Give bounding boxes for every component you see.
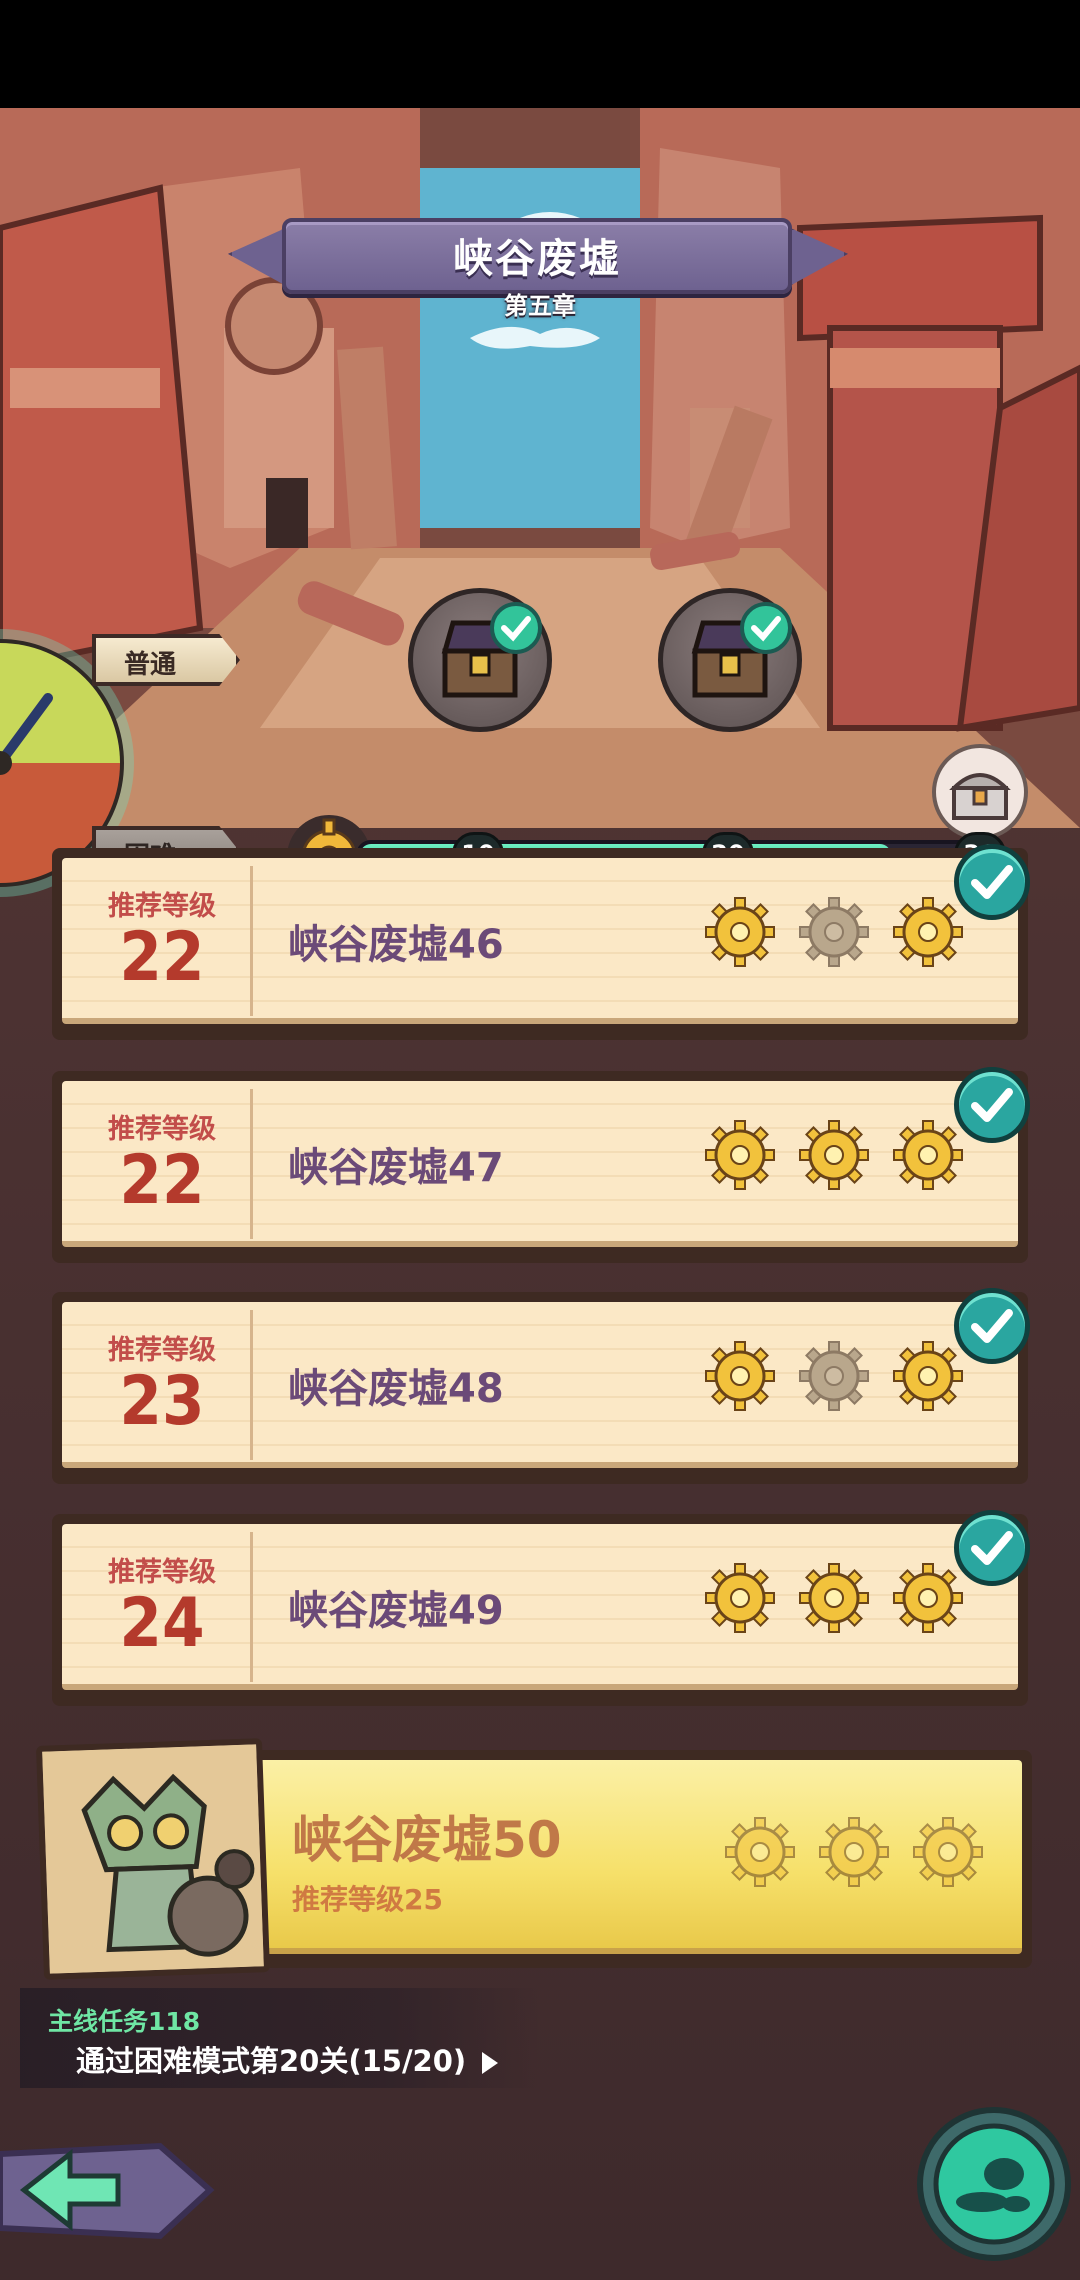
recommended-level-value: 22 — [119, 918, 205, 997]
checkmark-icon — [740, 602, 792, 654]
robot-boss-icon — [42, 1744, 264, 1974]
stage-name: 峡谷废墟46 — [288, 922, 504, 968]
current-level-name: 峡谷废墟50 — [292, 1811, 562, 1869]
gear-star-filled-icon — [705, 1563, 775, 1633]
star-gears — [705, 897, 963, 967]
play-arrow-icon — [482, 2052, 499, 2074]
shop-button[interactable] — [916, 2106, 1072, 2262]
chapter-title: 峡谷废墟 — [453, 236, 621, 282]
gear-star-filled-icon — [893, 1120, 963, 1190]
reward-chest-30[interactable] — [932, 744, 1028, 840]
treasure-chest-icon — [949, 773, 1011, 820]
gear-star-empty-icon — [913, 1817, 983, 1887]
stage-name: 峡谷废墟49 — [288, 1588, 504, 1634]
level-card[interactable]: 推荐等级 22 峡谷废墟46 — [52, 844, 1030, 1040]
mission-description: 通过困难模式第20关(15/20) — [76, 2038, 499, 2080]
recommended-level-value: 24 — [119, 1584, 205, 1663]
cleared-check-icon — [954, 1067, 1030, 1143]
level-card[interactable]: 推荐等级 23 峡谷废墟48 — [52, 1288, 1030, 1484]
tab-normal-label: 普通 — [124, 650, 177, 680]
star-gears — [725, 1817, 983, 1887]
gear-star-filled-icon — [705, 897, 775, 967]
gear-star-filled-icon — [893, 897, 963, 967]
gear-star-empty-icon — [799, 897, 869, 967]
star-gears — [705, 1563, 963, 1633]
gear-star-empty-icon — [725, 1817, 795, 1887]
cleared-check-icon — [954, 844, 1030, 920]
gear-star-filled-icon — [705, 1120, 775, 1190]
gear-star-empty-icon — [799, 1341, 869, 1411]
level-card[interactable]: 推荐等级 24 峡谷废墟49 — [52, 1510, 1030, 1706]
status-bar — [0, 0, 1080, 108]
current-level-card[interactable]: 峡谷废墟50 推荐等级25 — [35, 1738, 1032, 1980]
current-level-recommend: 推荐等级25 — [292, 1883, 443, 1916]
gear-star-filled-icon — [893, 1563, 963, 1633]
gear-star-filled-icon — [893, 1341, 963, 1411]
boss-portrait — [35, 1738, 271, 1980]
gear-star-filled-icon — [799, 1563, 869, 1633]
cleared-check-icon — [954, 1510, 1030, 1586]
mission-title: 主线任务118 — [48, 2007, 201, 2036]
chapter-subtitle: 第五章 — [504, 292, 576, 320]
gear-star-empty-icon — [819, 1817, 889, 1887]
card-divider — [250, 1532, 253, 1682]
card-divider — [250, 1310, 253, 1460]
gear-star-filled-icon — [799, 1120, 869, 1190]
card-divider — [250, 1089, 253, 1239]
gear-star-filled-icon — [705, 1341, 775, 1411]
checkmark-icon — [490, 602, 542, 654]
recommended-level-value: 23 — [119, 1362, 205, 1441]
cleared-check-icon — [954, 1288, 1030, 1364]
stage-name: 峡谷废墟48 — [288, 1366, 504, 1412]
mission-desc-text: 通过困难模式第20关(15/20) — [76, 2044, 467, 2078]
stage-name: 峡谷废墟47 — [288, 1145, 504, 1191]
recommended-level-value: 22 — [119, 1141, 205, 1220]
level-card[interactable]: 推荐等级 22 峡谷废墟47 — [52, 1067, 1030, 1263]
back-button[interactable] — [0, 2132, 230, 2250]
card-divider — [250, 866, 253, 1016]
star-gears — [705, 1120, 963, 1190]
star-gears — [705, 1341, 963, 1411]
